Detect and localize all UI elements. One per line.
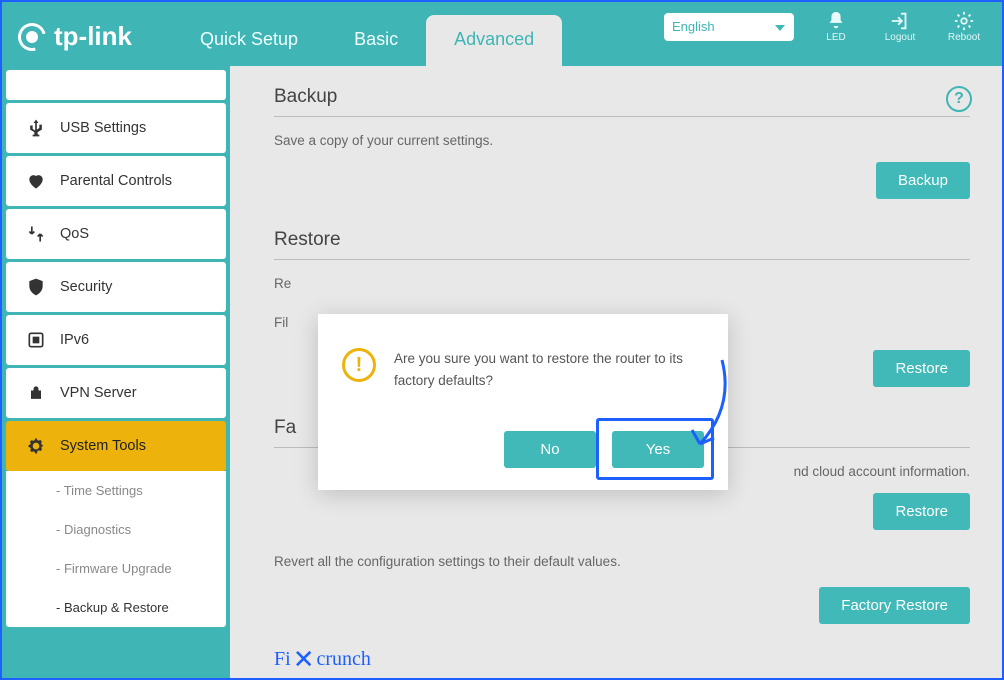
backup-title: Backup bbox=[274, 86, 970, 117]
sidebar-item-usb[interactable]: USB Settings bbox=[6, 103, 226, 153]
confirm-yes-button[interactable]: Yes bbox=[612, 431, 704, 468]
help-button[interactable]: ? bbox=[946, 86, 972, 112]
qos-icon bbox=[26, 224, 46, 244]
factory-full-desc: Revert all the configuration settings to… bbox=[274, 554, 970, 569]
factory-restore-top-button[interactable]: Restore bbox=[873, 493, 970, 530]
restore-line1: Re bbox=[274, 276, 970, 291]
top-tabs: Quick Setup Basic Advanced bbox=[172, 15, 562, 66]
sidebar-sub-backup-restore[interactable]: Backup & Restore bbox=[10, 588, 222, 627]
tab-quick-setup[interactable]: Quick Setup bbox=[172, 15, 326, 66]
watermark-x-icon: ✕ bbox=[293, 645, 315, 675]
backup-desc: Save a copy of your current settings. bbox=[274, 133, 970, 148]
logo-icon bbox=[13, 17, 51, 55]
shield-icon bbox=[26, 277, 46, 297]
language-select-wrap: English bbox=[664, 13, 794, 41]
backup-button[interactable]: Backup bbox=[876, 162, 970, 199]
usb-icon bbox=[26, 118, 46, 138]
sidebar-submenu: Time Settings Diagnostics Firmware Upgra… bbox=[6, 471, 226, 627]
sidebar-item-security[interactable]: Security bbox=[6, 262, 226, 312]
app-header: tp-link Quick Setup Basic Advanced Engli… bbox=[2, 2, 1002, 66]
brand-text: tp-link bbox=[54, 21, 132, 52]
vpn-icon bbox=[26, 383, 46, 403]
restore-button[interactable]: Restore bbox=[873, 350, 970, 387]
sidebar: USB Settings Parental Controls QoS Secur… bbox=[2, 66, 230, 678]
sidebar-item-parental[interactable]: Parental Controls bbox=[6, 156, 226, 206]
brand-logo: tp-link bbox=[18, 21, 132, 52]
sidebar-item-vpn[interactable]: VPN Server bbox=[6, 368, 226, 418]
sidebar-item-prev[interactable] bbox=[6, 70, 226, 100]
heart-icon bbox=[26, 171, 46, 191]
tab-basic[interactable]: Basic bbox=[326, 15, 426, 66]
watermark: Fi ✕ crunch bbox=[274, 642, 371, 672]
bell-icon bbox=[825, 10, 847, 32]
led-button[interactable]: LED bbox=[814, 10, 858, 43]
confirm-message: Are you sure you want to restore the rou… bbox=[394, 348, 704, 391]
language-select[interactable]: English bbox=[664, 13, 794, 41]
sidebar-item-ipv6[interactable]: IPv6 bbox=[6, 315, 226, 365]
sidebar-sub-time[interactable]: Time Settings bbox=[10, 471, 222, 510]
warning-icon: ! bbox=[342, 348, 376, 382]
sidebar-sub-diagnostics[interactable]: Diagnostics bbox=[10, 510, 222, 549]
reboot-button[interactable]: Reboot bbox=[942, 10, 986, 43]
gear-icon bbox=[26, 436, 46, 456]
tab-advanced[interactable]: Advanced bbox=[426, 15, 562, 66]
confirm-dialog: ! Are you sure you want to restore the r… bbox=[318, 314, 728, 490]
reboot-icon bbox=[953, 10, 975, 32]
sidebar-item-qos[interactable]: QoS bbox=[6, 209, 226, 259]
sidebar-item-system-tools[interactable]: System Tools bbox=[6, 421, 226, 471]
logout-icon bbox=[889, 10, 911, 32]
sidebar-sub-firmware[interactable]: Firmware Upgrade bbox=[10, 549, 222, 588]
section-backup: Backup Save a copy of your current setti… bbox=[274, 86, 970, 199]
header-controls: English LED Logout Reboot bbox=[664, 10, 986, 43]
confirm-no-button[interactable]: No bbox=[504, 431, 596, 468]
logout-button[interactable]: Logout bbox=[878, 10, 922, 43]
factory-restore-button[interactable]: Factory Restore bbox=[819, 587, 970, 624]
ipv6-icon bbox=[26, 330, 46, 350]
restore-title: Restore bbox=[274, 229, 970, 260]
